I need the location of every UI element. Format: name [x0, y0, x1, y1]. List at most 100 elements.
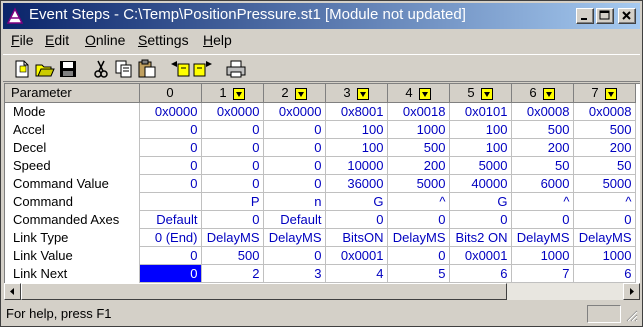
- step-edit-icon[interactable]: [232, 87, 245, 100]
- grid-cell[interactable]: 100: [449, 138, 512, 157]
- grid-cell[interactable]: 0: [139, 138, 202, 157]
- grid-cell[interactable]: 5000: [449, 156, 512, 175]
- grid-cell[interactable]: 0: [139, 156, 202, 175]
- grid-cell[interactable]: 0: [263, 156, 326, 175]
- grid-cell[interactable]: 500: [511, 120, 574, 139]
- grid-cell[interactable]: G: [449, 192, 512, 211]
- new-file-icon[interactable]: [11, 58, 33, 80]
- grid-cell[interactable]: 500: [387, 138, 450, 157]
- grid-cell[interactable]: 6: [449, 264, 512, 283]
- grid-cell[interactable]: 0: [201, 174, 264, 193]
- grid-cell[interactable]: 0: [325, 210, 388, 229]
- grid-cell[interactable]: 0x0101: [449, 102, 512, 121]
- grid-cell[interactable]: 200: [511, 138, 574, 157]
- grid-cell[interactable]: DelayMS: [201, 228, 264, 247]
- grid-cell[interactable]: 4: [325, 264, 388, 283]
- column-header-4[interactable]: 4: [387, 84, 450, 103]
- grid-cell[interactable]: 36000: [325, 174, 388, 193]
- copy-icon[interactable]: [113, 58, 135, 80]
- menu-settings[interactable]: Settings: [138, 32, 189, 48]
- close-button[interactable]: [618, 8, 636, 24]
- grid-cell[interactable]: P: [201, 192, 264, 211]
- grid-cell[interactable]: ^: [573, 192, 636, 211]
- grid-cell[interactable]: 5000: [387, 174, 450, 193]
- grid-cell[interactable]: 40000: [449, 174, 512, 193]
- print-icon[interactable]: [225, 58, 247, 80]
- grid-cell[interactable]: 50: [511, 156, 574, 175]
- grid-cell[interactable]: 6000: [511, 174, 574, 193]
- open-folder-icon[interactable]: [34, 58, 56, 80]
- grid-cell[interactable]: 50: [573, 156, 636, 175]
- grid-cell[interactable]: 0: [139, 264, 202, 283]
- grid-cell[interactable]: 0: [263, 120, 326, 139]
- grid-cell[interactable]: 0: [201, 210, 264, 229]
- grid-cell[interactable]: 1000: [511, 246, 574, 265]
- grid-cell[interactable]: 0: [263, 246, 326, 265]
- grid-cell[interactable]: ^: [387, 192, 450, 211]
- grid-cell[interactable]: Default: [139, 210, 202, 229]
- save-disk-icon[interactable]: [57, 58, 79, 80]
- step-right-icon[interactable]: [192, 58, 214, 80]
- step-edit-icon[interactable]: [294, 87, 307, 100]
- menu-file[interactable]: File: [11, 32, 34, 48]
- grid-cell[interactable]: DelayMS: [573, 228, 636, 247]
- grid-cell[interactable]: 5000: [573, 174, 636, 193]
- grid-cell[interactable]: 5: [387, 264, 450, 283]
- step-edit-icon[interactable]: [356, 87, 369, 100]
- grid-cell[interactable]: 0: [263, 138, 326, 157]
- app-icon[interactable]: [6, 7, 24, 25]
- horizontal-scrollbar[interactable]: [4, 283, 640, 300]
- grid-cell[interactable]: 0x0000: [201, 102, 264, 121]
- grid-cell[interactable]: 0: [201, 138, 264, 157]
- event-steps-grid[interactable]: Parameter 01234567 Mode 0x0000 0x0000 0x000…: [4, 83, 640, 283]
- grid-cell[interactable]: 7: [511, 264, 574, 283]
- grid-cell[interactable]: 0: [511, 210, 574, 229]
- scrollbar-thumb[interactable]: [21, 283, 507, 300]
- grid-cell[interactable]: DelayMS: [263, 228, 326, 247]
- grid-cell[interactable]: 100: [325, 138, 388, 157]
- step-edit-icon[interactable]: [604, 87, 617, 100]
- grid-cell[interactable]: DelayMS: [387, 228, 450, 247]
- paste-icon[interactable]: [136, 58, 158, 80]
- grid-cell[interactable]: 2: [201, 264, 264, 283]
- menu-online[interactable]: Online: [85, 32, 125, 48]
- grid-cell[interactable]: 100: [325, 120, 388, 139]
- grid-cell[interactable]: 0: [139, 246, 202, 265]
- grid-cell[interactable]: 0x0000: [263, 102, 326, 121]
- grid-cell[interactable]: 200: [573, 138, 636, 157]
- step-edit-icon[interactable]: [542, 87, 555, 100]
- grid-cell[interactable]: 10000: [325, 156, 388, 175]
- menu-help[interactable]: Help: [203, 32, 232, 48]
- grid-cell[interactable]: G: [325, 192, 388, 211]
- grid-cell[interactable]: Default: [263, 210, 326, 229]
- grid-cell[interactable]: 0: [449, 210, 512, 229]
- menu-edit[interactable]: Edit: [45, 32, 69, 48]
- column-header-5[interactable]: 5: [449, 84, 512, 103]
- column-header-7[interactable]: 7: [573, 84, 636, 103]
- grid-cell[interactable]: 0: [263, 174, 326, 193]
- grid-cell[interactable]: 0x0008: [511, 102, 574, 121]
- scroll-right-button[interactable]: [623, 283, 640, 300]
- title-bar[interactable]: Event Steps - C:\Temp\PositionPressure.s…: [3, 3, 640, 29]
- step-edit-icon[interactable]: [418, 87, 431, 100]
- grid-cell[interactable]: 100: [449, 120, 512, 139]
- column-header-1[interactable]: 1: [201, 84, 264, 103]
- grid-cell[interactable]: 0x0008: [573, 102, 636, 121]
- grid-cell[interactable]: [139, 192, 202, 211]
- grid-cell[interactable]: 0x8001: [325, 102, 388, 121]
- grid-cell[interactable]: 6: [573, 264, 636, 283]
- column-header-3[interactable]: 3: [325, 84, 388, 103]
- resize-grip-icon[interactable]: [625, 309, 638, 322]
- grid-cell[interactable]: 0: [139, 174, 202, 193]
- grid-cell[interactable]: 0: [387, 246, 450, 265]
- cut-icon[interactable]: [90, 58, 112, 80]
- grid-cell[interactable]: 500: [201, 246, 264, 265]
- grid-cell[interactable]: 0: [201, 156, 264, 175]
- column-header-0[interactable]: 0: [139, 84, 202, 103]
- grid-cell[interactable]: 200: [387, 156, 450, 175]
- maximize-button[interactable]: [596, 8, 614, 24]
- grid-cell[interactable]: 0x0001: [325, 246, 388, 265]
- grid-cell[interactable]: 0x0000: [139, 102, 202, 121]
- grid-cell[interactable]: Bits2 ON: [449, 228, 512, 247]
- grid-cell[interactable]: 0: [387, 210, 450, 229]
